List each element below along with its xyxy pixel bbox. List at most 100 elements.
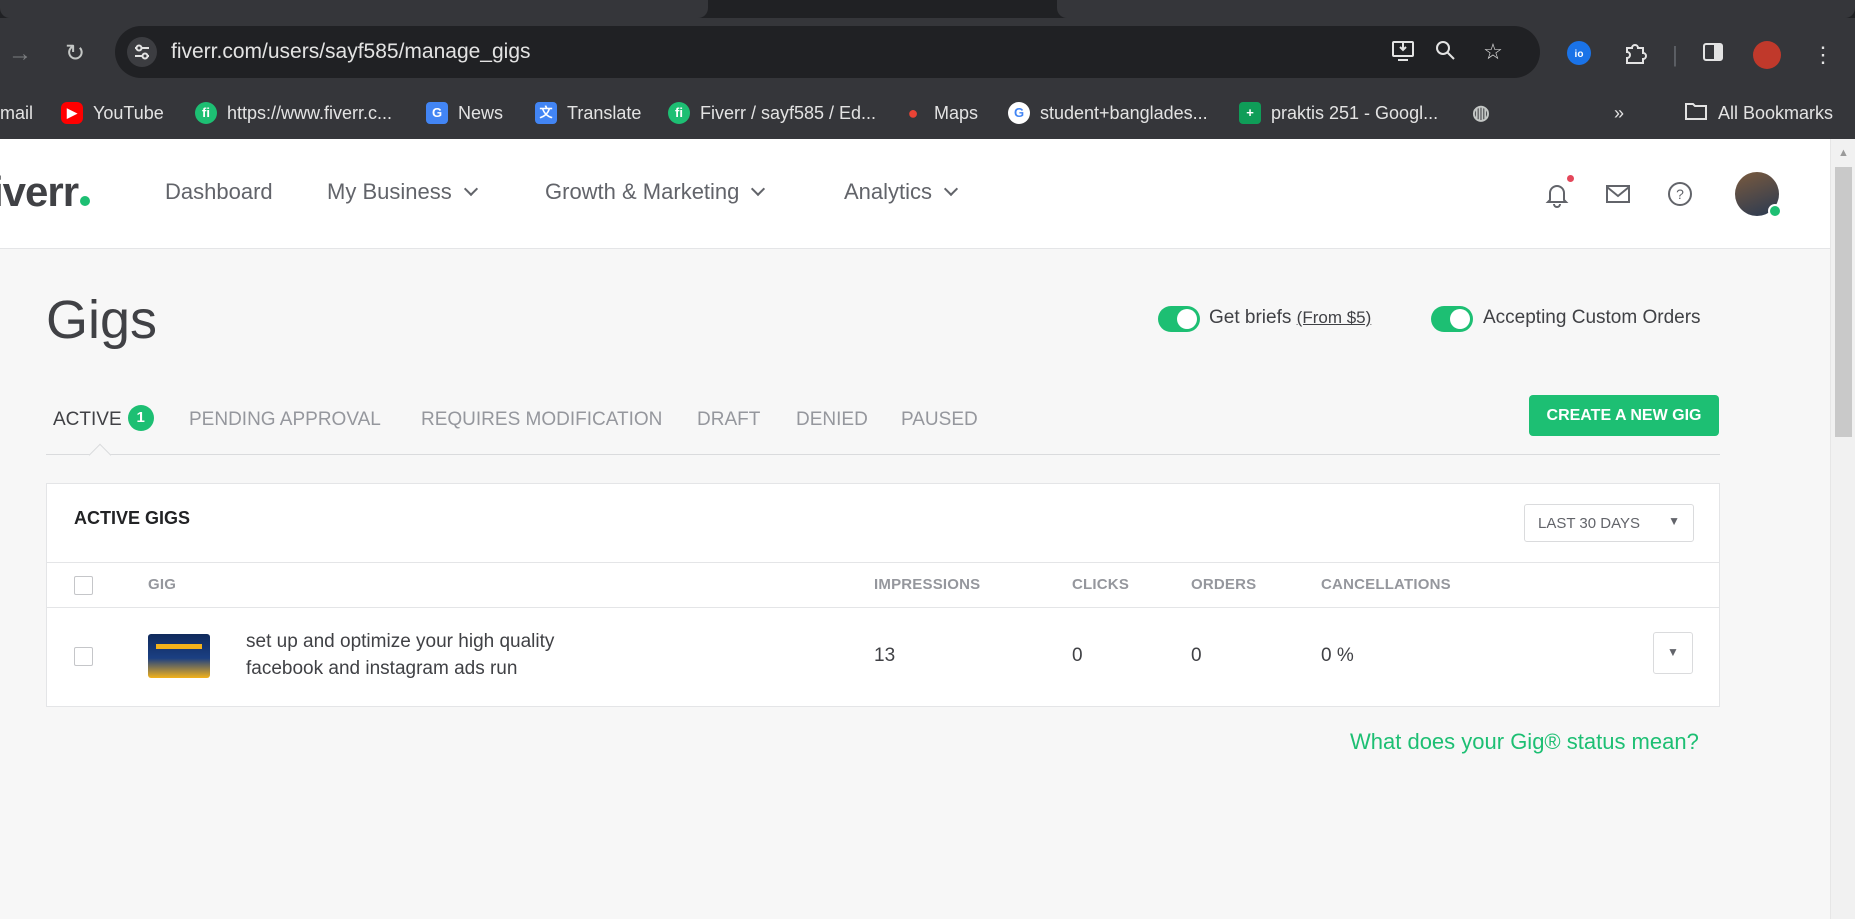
bookmarks-bar: mail ▶ YouTube fi https://www.fiverr.c..… xyxy=(0,86,1855,139)
browser-tab[interactable] xyxy=(1057,0,1855,18)
bookmark-item[interactable]: mail xyxy=(0,98,33,128)
row-checkbox[interactable] xyxy=(74,647,93,666)
google-news-icon: G xyxy=(426,102,448,124)
bookmark-item[interactable]: 文 Translate xyxy=(535,98,641,128)
youtube-icon: ▶ xyxy=(61,102,83,124)
nav-label: Dashboard xyxy=(165,179,273,204)
bookmark-label: YouTube xyxy=(93,102,164,123)
bookmark-item[interactable]: fi Fiverr / sayf585 / Ed... xyxy=(668,98,876,128)
nav-my-business[interactable]: My Business xyxy=(327,179,478,205)
bookmark-label: https://www.fiverr.c... xyxy=(227,102,393,123)
help-icon[interactable]: ? xyxy=(1663,179,1697,213)
install-app-icon[interactable] xyxy=(1389,38,1417,66)
chevron-down-icon xyxy=(751,181,766,197)
logo-text: iverr xyxy=(0,168,79,215)
create-new-gig-button[interactable]: CREATE A NEW GIG xyxy=(1529,395,1719,436)
bookmark-item[interactable]: fi https://www.fiverr.c... xyxy=(195,98,392,128)
tab-requires-modification[interactable]: REQUIRES MODIFICATION xyxy=(421,409,662,431)
zoom-icon[interactable] xyxy=(1431,38,1459,66)
extension-icon[interactable]: io xyxy=(1564,40,1594,70)
bookmark-item[interactable]: G News xyxy=(426,98,503,128)
tab-active[interactable]: ACTIVE 1 xyxy=(53,405,154,431)
tab-pending-approval[interactable]: PENDING APPROVAL xyxy=(189,409,381,431)
tab-draft[interactable]: DRAFT xyxy=(697,409,760,431)
url-text[interactable]: fiverr.com/users/sayf585/manage_gigs xyxy=(171,40,531,64)
nav-growth-marketing[interactable]: Growth & Marketing xyxy=(545,179,766,205)
column-header: IMPRESSIONS xyxy=(874,576,981,593)
row-actions-dropdown[interactable]: ▼ xyxy=(1653,632,1693,674)
all-bookmarks[interactable]: All Bookmarks xyxy=(1684,98,1833,128)
bookmark-star-icon[interactable]: ☆ xyxy=(1479,38,1507,66)
gig-status-tabs: ACTIVE 1 PENDING APPROVAL REQUIRES MODIFI… xyxy=(46,395,1720,467)
fiverr-icon: fi xyxy=(195,102,217,124)
gig-title-link[interactable]: set up and optimize your high quality fa… xyxy=(246,628,606,682)
side-panel-icon[interactable] xyxy=(1698,40,1728,70)
table-row: set up and optimize your high quality fa… xyxy=(47,608,1719,706)
active-tab-indicator xyxy=(88,443,112,467)
all-bookmarks-label: All Bookmarks xyxy=(1718,102,1834,123)
bookmark-label: praktis 251 - Googl... xyxy=(1271,102,1439,123)
svg-text:?: ? xyxy=(1676,186,1684,202)
bookmark-item[interactable]: ▶ YouTube xyxy=(61,98,164,128)
forward-icon[interactable]: → xyxy=(6,40,34,68)
online-status-dot xyxy=(1768,204,1782,218)
scroll-up-icon[interactable]: ▲ xyxy=(1838,147,1849,159)
orders-value: 0 xyxy=(1191,645,1202,666)
nav-analytics[interactable]: Analytics xyxy=(844,179,959,205)
address-bar[interactable]: fiverr.com/users/sayf585/manage_gigs ☆ xyxy=(115,26,1540,78)
profile-avatar-icon[interactable] xyxy=(1752,40,1782,70)
folder-icon xyxy=(1684,101,1708,126)
bookmark-item[interactable]: ◍ xyxy=(1470,98,1492,128)
cancellations-value: 0 % xyxy=(1321,645,1354,666)
get-briefs-price-link[interactable]: (From $5) xyxy=(1297,308,1372,327)
get-briefs-toggle[interactable] xyxy=(1158,306,1200,332)
get-briefs-label: Get briefs (From $5) xyxy=(1209,307,1371,329)
bookmarks-overflow-icon[interactable]: » xyxy=(1614,98,1624,128)
fiverr-logo[interactable]: iverr xyxy=(0,168,91,216)
date-range-select[interactable]: LAST 30 DAYS ▼ xyxy=(1524,504,1694,542)
site-header: iverr Dashboard My Business Growth & Mar… xyxy=(0,139,1830,249)
nav-dashboard[interactable]: Dashboard xyxy=(165,179,273,205)
tab-denied[interactable]: DENIED xyxy=(796,409,868,431)
site-info-icon[interactable] xyxy=(127,37,157,67)
column-header: ORDERS xyxy=(1191,576,1257,593)
browser-toolbar: → ↻ fiverr.com/users/sayf585/manage_gigs… xyxy=(0,18,1855,86)
get-briefs-text: Get briefs xyxy=(1209,307,1292,328)
bookmark-item[interactable]: G student+banglades... xyxy=(1008,98,1208,128)
scroll-thumb[interactable] xyxy=(1835,167,1852,437)
bookmark-item[interactable]: + praktis 251 - Googl... xyxy=(1239,98,1438,128)
table-header: GIG IMPRESSIONS CLICKS ORDERS CANCELLATI… xyxy=(47,562,1719,608)
tab-label: ACTIVE xyxy=(53,409,122,431)
nav-label: Growth & Marketing xyxy=(545,179,740,204)
page-title: Gigs xyxy=(46,290,158,350)
bell-icon[interactable] xyxy=(1540,179,1574,213)
mail-icon[interactable] xyxy=(1601,179,1635,213)
bookmark-label: student+banglades... xyxy=(1040,102,1208,123)
browser-tab[interactable] xyxy=(0,0,708,18)
gig-thumbnail[interactable] xyxy=(148,634,210,678)
svg-text:io: io xyxy=(1575,49,1584,60)
tab-strip xyxy=(0,0,1855,18)
extensions-puzzle-icon[interactable] xyxy=(1620,40,1650,70)
bookmark-label: Fiverr / sayf585 / Ed... xyxy=(700,102,877,123)
select-all-checkbox[interactable] xyxy=(74,576,93,595)
dropdown-arrow-icon: ▼ xyxy=(1668,514,1680,528)
google-maps-icon: ● xyxy=(907,103,919,123)
custom-orders-toggle[interactable] xyxy=(1431,306,1473,332)
globe-icon: ◍ xyxy=(1472,102,1490,124)
impressions-value: 13 xyxy=(874,645,896,666)
reload-icon[interactable]: ↻ xyxy=(61,40,89,68)
logo-dot xyxy=(80,196,91,206)
page-content: iverr Dashboard My Business Growth & Mar… xyxy=(0,139,1830,919)
tab-paused[interactable]: PAUSED xyxy=(901,409,978,431)
page-scrollbar[interactable]: ▲ xyxy=(1830,139,1855,919)
bookmark-item[interactable]: ● Maps xyxy=(902,98,978,128)
gig-status-help-link[interactable]: What does your Gig® status mean? xyxy=(1350,729,1699,755)
chevron-down-icon xyxy=(943,181,959,197)
bookmark-label: News xyxy=(458,102,504,123)
more-menu-icon[interactable]: ⋮ xyxy=(1808,40,1838,70)
fiverr-icon: fi xyxy=(668,102,690,124)
custom-orders-label: Accepting Custom Orders xyxy=(1483,307,1701,328)
column-header: GIG xyxy=(148,576,177,593)
bookmark-label: Maps xyxy=(934,102,979,123)
